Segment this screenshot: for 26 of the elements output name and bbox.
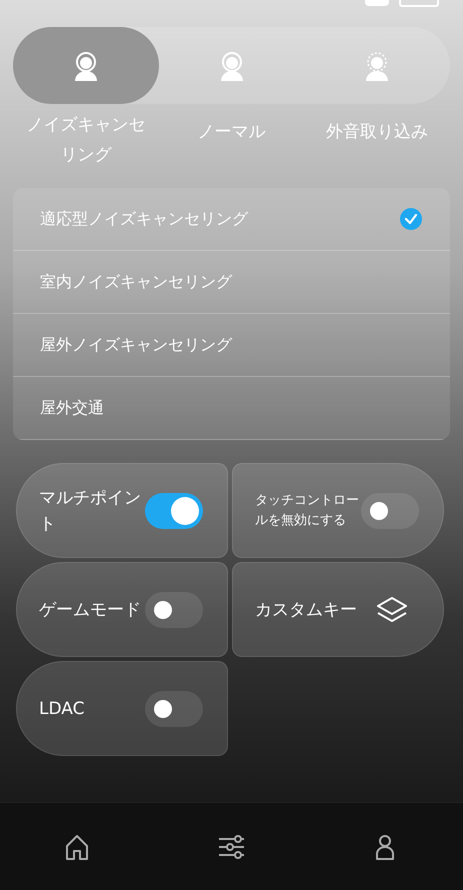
setting-tile[interactable]: ゲームモード: [16, 562, 228, 657]
mode-label: 外音取り込み: [325, 121, 430, 144]
toggle-switch[interactable]: [145, 690, 203, 726]
option-label: 屋外ノイズキャンセリング: [40, 334, 232, 356]
mode-label: ノーマル: [196, 121, 266, 144]
toggle-switch[interactable]: [361, 492, 419, 528]
tile-label: ゲームモード: [39, 598, 142, 622]
tile-label: LDAC: [39, 698, 86, 720]
tile-label: カスタムキー: [255, 598, 358, 622]
option-row[interactable]: 屋外交通: [13, 377, 450, 440]
setting-tile[interactable]: タッチコントロールを無効にする: [232, 463, 444, 558]
setting-tile[interactable]: カスタムキー: [232, 562, 444, 657]
option-label: 屋外交通: [40, 397, 104, 419]
option-label: 適応型ノイズキャンセリング: [40, 208, 248, 230]
mode-label: ノイズキャンセリング: [25, 114, 146, 167]
option-label: 室内ノイズキャンセリング: [40, 271, 232, 293]
setting-tile[interactable]: マルチポイント: [16, 463, 228, 558]
option-row[interactable]: 屋外ノイズキャンセリング: [13, 314, 450, 377]
tile-label: マルチポイント: [39, 486, 142, 536]
layers-icon: [375, 594, 409, 624]
sliders-icon: [218, 832, 245, 860]
tile-label: タッチコントロールを無効にする: [255, 492, 360, 530]
toggle-switch[interactable]: [145, 492, 203, 528]
setting-tile[interactable]: LDAC: [16, 661, 228, 756]
home-icon: [64, 832, 91, 860]
toggle-switch[interactable]: [145, 592, 203, 628]
